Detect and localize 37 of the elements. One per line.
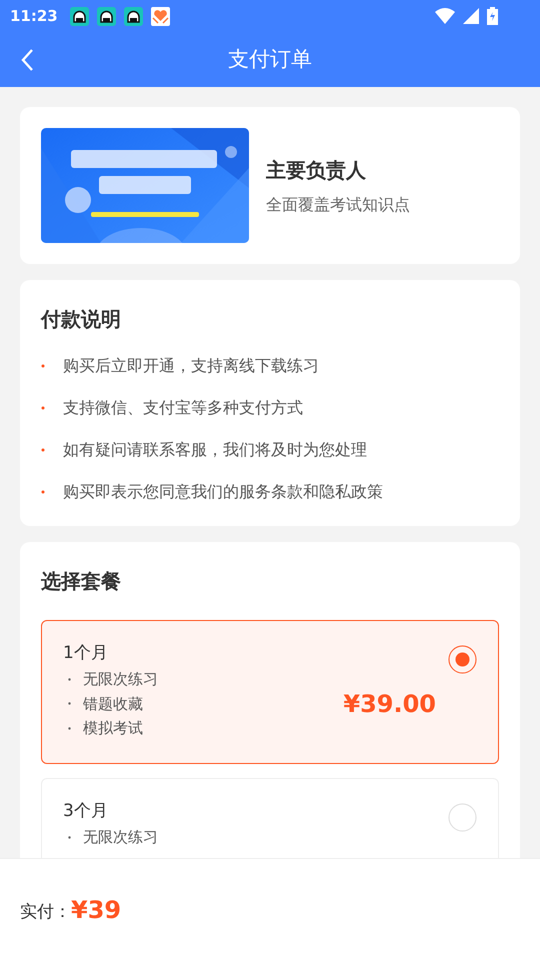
signal-icon [463,8,479,24]
package-name: 3个月 [63,800,108,823]
feature-text: 无限次练习 [83,669,158,690]
bullet-icon [68,678,71,681]
radio-icon [448,803,477,832]
note-text: 购买即表示您同意我们的服务条款和隐私政策 [63,481,383,503]
package-price: ¥39.00 [343,688,436,720]
total-amount: ¥39 [71,894,122,926]
battery-icon [487,7,498,25]
product-title: 主要负责人 [266,156,367,184]
bullet-icon [41,490,45,494]
note-text: 如有疑问请联系客服，我们将及时为您处理 [63,439,367,461]
wifi-icon [435,8,455,24]
notification-icon [96,6,116,26]
notification-icon [124,6,143,26]
package-option[interactable]: 3个月 无限次练习 [41,778,499,858]
note-text: 支持微信、支付宝等多种支付方式 [63,397,303,419]
package-option[interactable]: 1个月 无限次练习 错题收藏 模拟考试 ¥39.00 [41,620,499,764]
page-title: 支付订单 [228,46,312,73]
product-subtitle: 全面覆盖考试知识点 [266,194,410,216]
feature-text: 无限次练习 [83,827,158,848]
notification-icon [70,6,89,26]
bullet-icon [41,406,45,410]
status-time: 11:23 [10,6,58,27]
feature-text: 模拟考试 [83,718,143,739]
radio-selected-icon [448,645,477,674]
feature-text: 错题收藏 [83,694,143,714]
bullet-icon [68,702,71,706]
total-label: 实付： [20,900,71,924]
note-text: 购买后立即开通，支持离线下载练习 [63,355,319,377]
package-name: 1个月 [63,642,108,665]
bullet-icon [68,726,71,730]
section-title: 付款说明 [41,306,122,333]
bullet-icon [41,364,45,368]
bullet-icon [68,836,71,839]
bullet-icon [41,448,45,452]
section-title: 选择套餐 [41,568,122,595]
